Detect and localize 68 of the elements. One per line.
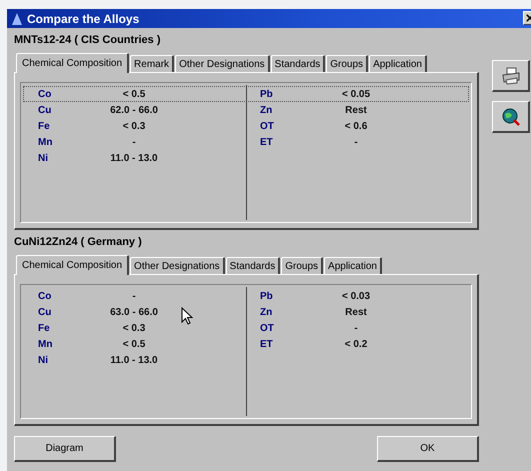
element-symbol: Cu	[37, 104, 52, 116]
print-button[interactable]	[492, 60, 530, 92]
table-row[interactable]: Ni 11.0 - 13.0	[23, 352, 469, 368]
element-value: < 0.6	[344, 120, 368, 132]
table-row[interactable]: Mn - ET -	[23, 134, 469, 150]
element-value: Rest	[345, 306, 367, 318]
tab[interactable]: Chemical Composition	[16, 255, 130, 275]
tab[interactable]: Remark	[130, 55, 174, 72]
element-symbol: Co	[37, 88, 52, 100]
element-value: -	[354, 136, 358, 148]
tab[interactable]: Application	[369, 55, 427, 72]
element-value: < 0.2	[344, 338, 368, 350]
element-symbol: Mn	[37, 136, 54, 148]
tab[interactable]: Application	[324, 257, 382, 274]
table-row[interactable]: Co - Pb < 0.03	[23, 288, 469, 304]
element-symbol: ET	[259, 338, 274, 350]
element-symbol: Ni	[37, 152, 49, 164]
element-value: Rest	[345, 104, 367, 116]
table-row[interactable]: Fe < 0.3 OT < 0.6	[23, 118, 469, 134]
element-symbol: Ni	[37, 354, 49, 366]
triangle-icon	[12, 12, 22, 24]
tab[interactable]: Standards	[270, 55, 326, 72]
element-symbol: Zn	[259, 104, 274, 116]
element-value: 63.0 - 66.0	[110, 306, 158, 318]
element-value: < 0.03	[342, 290, 370, 302]
diagram-button[interactable]: Diagram	[14, 436, 116, 462]
table-row[interactable]: Cu 62.0 - 66.0 Zn Rest	[23, 102, 469, 118]
tab[interactable]: Groups	[281, 257, 324, 274]
tab[interactable]: Other Designations	[130, 257, 225, 274]
element-symbol: Co	[37, 290, 52, 302]
table-row[interactable]: Cu 63.0 - 66.0 Zn Rest	[23, 304, 469, 320]
element-symbol: OT	[259, 120, 275, 132]
element-value: 62.0 - 66.0	[110, 104, 158, 116]
globe-magnifier-icon	[500, 106, 520, 126]
element-value: < 0.3	[122, 322, 146, 334]
element-value: < 0.3	[122, 120, 146, 132]
element-value: 11.0 - 13.0	[110, 354, 158, 366]
element-symbol: Fe	[37, 322, 51, 334]
mouse-pointer-icon	[181, 307, 193, 325]
table-row[interactable]: Co < 0.5 Pb < 0.05	[23, 86, 469, 102]
element-value: < 0.05	[342, 88, 370, 100]
element-symbol: ET	[259, 136, 274, 148]
element-value: -	[132, 290, 136, 302]
element-symbol: Fe	[37, 120, 51, 132]
element-symbol: Pb	[259, 290, 274, 302]
element-value: -	[354, 322, 358, 334]
element-symbol: Cu	[37, 306, 52, 318]
tab[interactable]: Chemical Composition	[16, 53, 130, 73]
element-symbol: Mn	[37, 338, 54, 350]
ok-button[interactable]: OK	[377, 436, 479, 462]
alloy-heading: CuNi12Zn24 ( Germany )	[14, 236, 143, 250]
element-value: -	[132, 136, 136, 148]
element-symbol: Pb	[259, 88, 274, 100]
window-title: Compare the Alloys	[27, 12, 140, 26]
element-value: 11.0 - 13.0	[110, 152, 158, 164]
tab[interactable]: Standards	[226, 257, 280, 274]
element-value: < 0.5	[122, 338, 146, 350]
table-row[interactable]: Ni 11.0 - 13.0	[23, 150, 469, 166]
preview-button[interactable]	[492, 101, 530, 133]
table-row[interactable]: Fe < 0.3 OT -	[23, 320, 469, 336]
alloy-heading: MNTs12-24 ( CIS Countries )	[14, 34, 162, 48]
element-value: < 0.5	[122, 88, 146, 100]
tab[interactable]: Groups	[326, 55, 368, 72]
table-row[interactable]: Mn < 0.5 ET < 0.2	[23, 336, 469, 352]
element-symbol: OT	[259, 322, 275, 334]
element-symbol: Zn	[259, 306, 274, 318]
tab[interactable]: Other Designations	[175, 55, 270, 72]
printer-icon	[500, 66, 520, 86]
